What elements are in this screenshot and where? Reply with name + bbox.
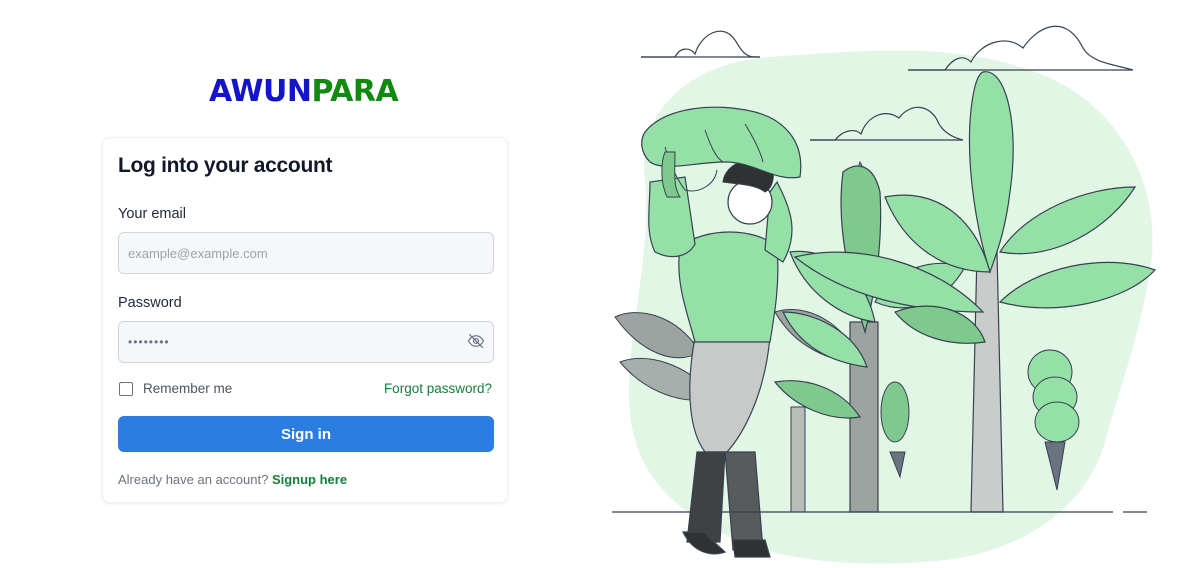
password-mask: •••••••• [128,335,170,349]
remember-me-checkbox[interactable] [119,382,133,396]
brand-logo-part1: AWUN [209,74,312,109]
login-card: Log into your account Your email Passwor… [102,137,508,503]
email-field[interactable] [118,232,494,274]
forgot-password-link[interactable]: Forgot password? [384,381,492,396]
password-field[interactable] [118,321,494,363]
signup-link[interactable]: Signup here [272,472,347,487]
signup-prompt-text: Already have an account? [118,472,269,487]
signup-prompt: Already have an account? Signup here [118,472,347,487]
email-label: Your email [118,206,186,222]
login-title: Log into your account [118,154,333,177]
brand-logo-part2: PARA [311,74,399,109]
sign-in-button[interactable]: Sign in [118,416,494,452]
farmer-banana-illustration [612,25,1157,564]
password-label: Password [118,295,182,311]
remember-me-label: Remember me [143,381,233,396]
brand-logo: AWUNPARA [209,74,399,109]
eye-slash-icon[interactable] [467,332,485,350]
